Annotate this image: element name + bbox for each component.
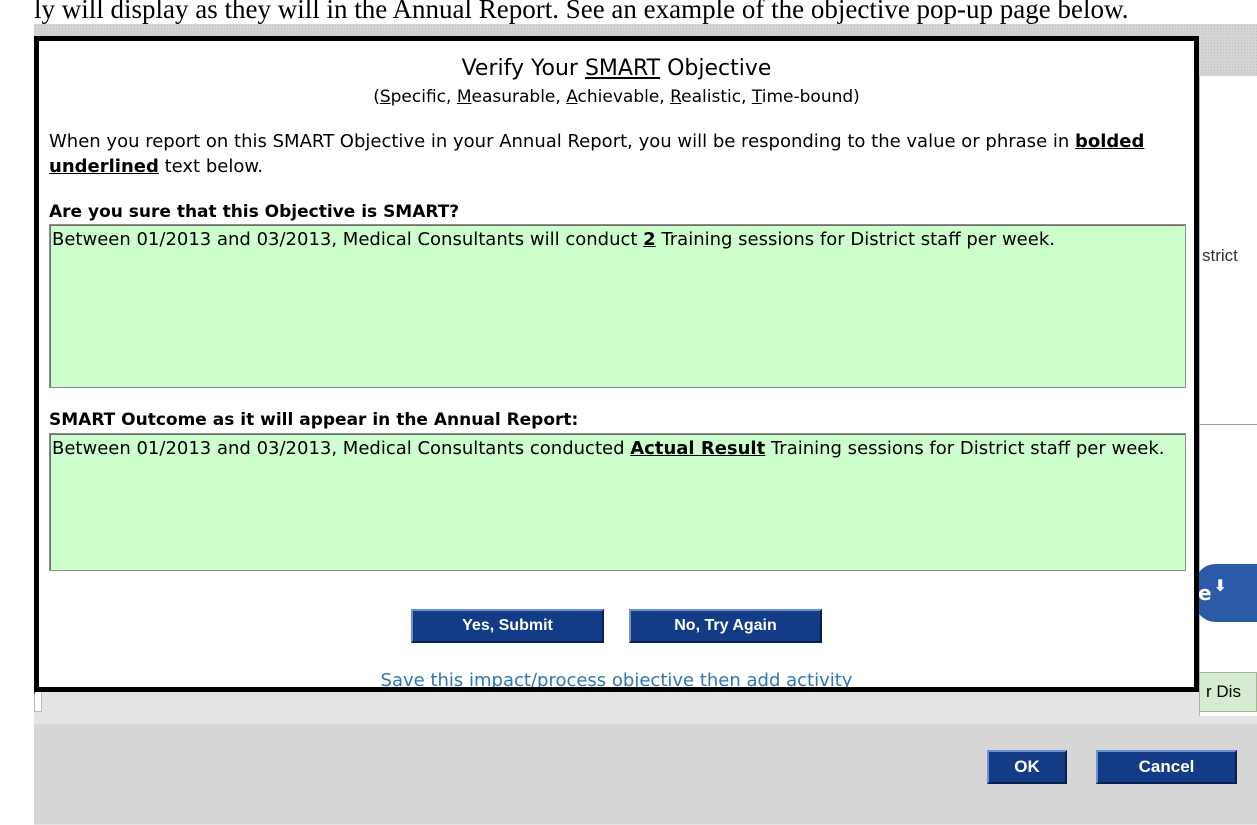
subtitle-achievable: chievable, xyxy=(577,87,671,107)
subtitle-a: A xyxy=(566,87,578,107)
outcome-actual-result: Actual Result xyxy=(630,438,766,459)
subtitle-t: T xyxy=(751,87,762,107)
intro-text-after: text below. xyxy=(158,156,264,177)
subtitle-realistic: ealistic, xyxy=(681,87,752,107)
subtitle-m: M xyxy=(456,87,472,107)
dialog-intro: When you report on this SMART Objective … xyxy=(49,129,1189,179)
subtitle-specific: pecific, xyxy=(390,87,457,107)
intro-text-before: When you report on this SMART Objective … xyxy=(49,131,1075,152)
background-footer-band xyxy=(34,724,1257,824)
cancel-button[interactable]: Cancel xyxy=(1096,750,1237,784)
ok-button[interactable]: OK xyxy=(987,750,1067,784)
subtitle-s: S xyxy=(379,87,391,107)
background-green-field: r Dis xyxy=(1199,672,1257,712)
objective-target-value: 2 xyxy=(643,229,656,250)
title-prefix: Verify Your xyxy=(461,56,585,81)
background-right-text: strict xyxy=(1202,246,1238,265)
background-right-divider xyxy=(1199,424,1257,425)
outcome-text-box: Between 01/2013 and 03/2013, Medical Con… xyxy=(49,433,1186,571)
title-smart: SMART xyxy=(584,56,661,81)
save-then-add-activity-link[interactable]: Save this impact/process objective then … xyxy=(39,670,1194,687)
objective-text-box: Between 01/2013 and 03/2013, Medical Con… xyxy=(49,224,1186,388)
subtitle-open: ( xyxy=(373,87,380,107)
dialog-subtitle: (Specific, Measurable, Achievable, Reali… xyxy=(39,85,1194,109)
page-caption: ly will display as they will in the Annu… xyxy=(34,0,1129,24)
title-suffix: Objective xyxy=(660,56,772,81)
dialog-title: Verify Your SMART Objective xyxy=(39,55,1194,83)
subtitle-r: R xyxy=(670,87,682,107)
yes-submit-button[interactable]: Yes, Submit xyxy=(411,609,604,643)
objective-text-before: Between 01/2013 and 03/2013, Medical Con… xyxy=(52,229,644,250)
verify-smart-objective-dialog: Verify Your SMART Objective (Specific, M… xyxy=(34,36,1199,692)
objective-question-label: Are you sure that this Objective is SMAR… xyxy=(49,202,460,222)
outcome-text-before: Between 01/2013 and 03/2013, Medical Con… xyxy=(52,438,631,459)
objective-text-after: Training sessions for District staff per… xyxy=(655,229,1055,250)
background-pill-label: e xyxy=(1198,581,1212,605)
subtitle-time-bound: ime-bound) xyxy=(761,87,860,107)
no-try-again-button[interactable]: No, Try Again xyxy=(629,609,822,643)
background-move-down-button[interactable]: e ⬇ xyxy=(1194,564,1257,622)
outcome-label: SMART Outcome as it will appear in the A… xyxy=(49,410,579,430)
outcome-text-after: Training sessions for District staff per… xyxy=(765,438,1165,459)
subtitle-measurable: easurable, xyxy=(471,87,567,107)
arrow-down-icon: ⬇ xyxy=(1213,576,1227,595)
